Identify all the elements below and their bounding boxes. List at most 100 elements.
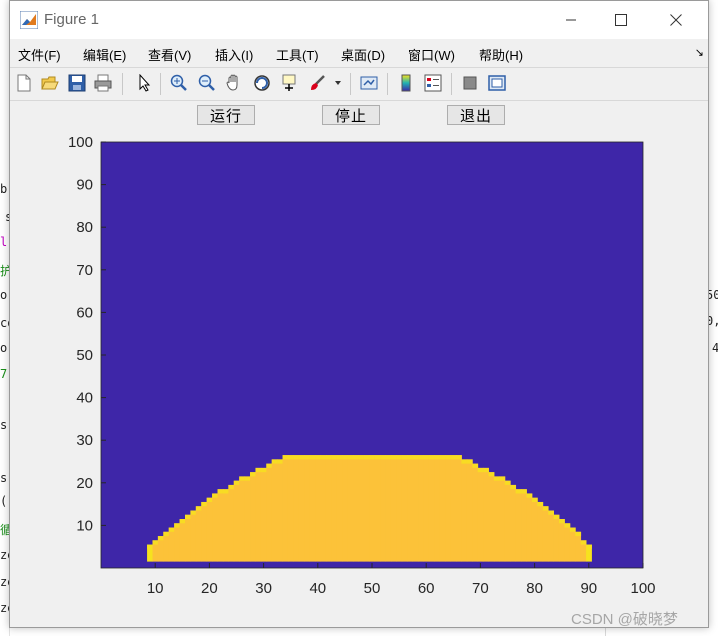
x-tick-label: 90 — [580, 580, 597, 597]
heatmap-edge-cell — [493, 476, 500, 481]
heatmap-filled-column — [510, 484, 517, 562]
heatmap-edge-cell — [298, 455, 305, 460]
heatmap-edge-cell — [586, 544, 592, 549]
heatmap-edge-cell — [255, 467, 262, 473]
heatmap-filled-column — [174, 523, 180, 562]
heatmap-filled-column — [461, 459, 468, 562]
heatmap-edge-cell — [575, 531, 582, 537]
heatmap-filled-column — [374, 455, 381, 562]
heatmap-edge-cell — [423, 455, 430, 460]
heatmap-filled-column — [342, 455, 349, 562]
x-tick-label: 70 — [472, 580, 489, 597]
heatmap-filled-column — [179, 519, 186, 562]
heatmap-filled-column — [304, 455, 311, 562]
heatmap-edge-cell — [504, 480, 511, 485]
heatmap-filled-column — [163, 531, 170, 562]
heatmap-edge-cell — [163, 531, 170, 537]
heatmap-edge-cell — [315, 455, 321, 460]
heatmap-edge-cell — [477, 467, 484, 473]
x-tick-label: 50 — [364, 580, 381, 597]
heatmap-filled-column — [331, 455, 338, 562]
heatmap-edge-cell — [564, 523, 571, 528]
heatmap-filled-column — [412, 455, 419, 562]
heatmap-edge-cell — [233, 480, 240, 485]
heatmap-filled-column — [195, 506, 202, 562]
heatmap-edge-cell — [293, 455, 300, 460]
heatmap-edge-cell — [553, 514, 560, 520]
heatmap-edge-cell — [185, 514, 191, 520]
heatmap-edge-cell — [201, 501, 208, 507]
heatmap-filled-column — [548, 510, 554, 562]
heatmap-filled-column — [521, 489, 527, 562]
heatmap-edge-cell — [510, 484, 517, 490]
heatmap-edge-cell — [483, 467, 489, 473]
heatmap-filled-column — [483, 467, 489, 562]
heatmap-filled-column — [185, 514, 191, 562]
heatmap-edge-cell — [217, 489, 224, 494]
heatmap-filled-column — [369, 455, 376, 562]
heatmap-filled-column — [477, 467, 484, 562]
background-code-fragment: s — [0, 471, 8, 485]
heatmap-filled-column — [531, 497, 538, 562]
heatmap-edge-cell — [304, 455, 311, 460]
heatmap-edge-cell — [282, 455, 289, 460]
heatmap-edge-cell — [374, 455, 381, 460]
heatmap-edge-cell — [385, 455, 392, 460]
heatmap-filled-column — [353, 455, 359, 562]
heatmap-filled-column — [250, 472, 256, 562]
heatmap-edge-cell — [206, 497, 213, 502]
figure-window: Figure 1 文件(F) 编辑(E) 查看(V) 插入(I) 工具(T) 桌… — [9, 0, 709, 628]
heatmap-edge-cell — [412, 455, 419, 460]
heatmap-edge-cell — [439, 455, 446, 460]
heatmap-edge-cell — [580, 540, 587, 545]
heatmap-filled-column — [201, 501, 208, 562]
heatmap-edge-cell — [174, 523, 180, 528]
heatmap-filled-column — [526, 493, 533, 562]
heatmap-edge-cell — [569, 527, 576, 532]
heatmap-filled-column — [569, 527, 576, 562]
heatmap-filled-column — [466, 459, 473, 562]
heatmap-edge-cell — [456, 455, 462, 460]
heatmap-filled-column — [347, 455, 354, 562]
heatmap-edge-cell — [250, 472, 256, 477]
y-tick-label: 60 — [76, 304, 93, 321]
heatmap-edge-cell — [195, 506, 202, 511]
heatmap-edge-cell — [157, 536, 164, 541]
heatmap-filled-column — [380, 455, 386, 562]
heatmap-edge-cell — [542, 506, 549, 511]
y-tick-label: 30 — [76, 432, 93, 449]
heatmap-filled-column — [418, 455, 424, 562]
heatmap-filled-column — [450, 455, 457, 562]
heatmap-filled-column — [493, 476, 500, 562]
heatmap-filled-column — [309, 455, 316, 562]
heatmap-filled-column — [515, 489, 522, 562]
heatmap-edge-cell — [260, 467, 267, 473]
heatmap-filled-column — [575, 531, 582, 562]
heatmap-edge-cell — [320, 455, 327, 460]
heatmap-filled-column — [212, 493, 218, 562]
plot-area[interactable]: 10 20 30 40 50 60 70 80 90 100 10 20 30 40 50 60 70 80 90 1… — [10, 1, 708, 627]
heatmap-edge-cell — [515, 489, 522, 494]
heatmap-edge-cell — [363, 455, 370, 460]
heatmap-filled-column — [401, 455, 408, 562]
heatmap-filled-column — [260, 467, 267, 562]
heatmap-edge-cell — [331, 455, 338, 460]
heatmap-filled-column — [217, 489, 224, 562]
heatmap-filled-column — [428, 455, 435, 562]
heatmap-filled-column — [325, 455, 332, 562]
heatmap-edge-cell — [472, 463, 479, 468]
heatmap-edge-cell — [488, 472, 495, 477]
heatmap-edge-cell — [537, 501, 544, 507]
heatmap-filled-column — [358, 455, 365, 562]
heatmap-edge-cell — [499, 476, 506, 481]
heatmap-edge-cell — [239, 476, 246, 481]
background-code-fragment: 7 — [0, 367, 8, 381]
heatmap-filled-column — [558, 519, 565, 562]
heatmap-filled-column — [499, 476, 506, 562]
heatmap-edge-cell — [396, 455, 403, 460]
heatmap-edge-cell — [342, 455, 349, 460]
heatmap-filled-column — [222, 489, 229, 562]
heatmap-filled-column — [320, 455, 327, 562]
heatmap-filled-column — [206, 497, 213, 562]
heatmap-filled-column — [504, 480, 511, 562]
